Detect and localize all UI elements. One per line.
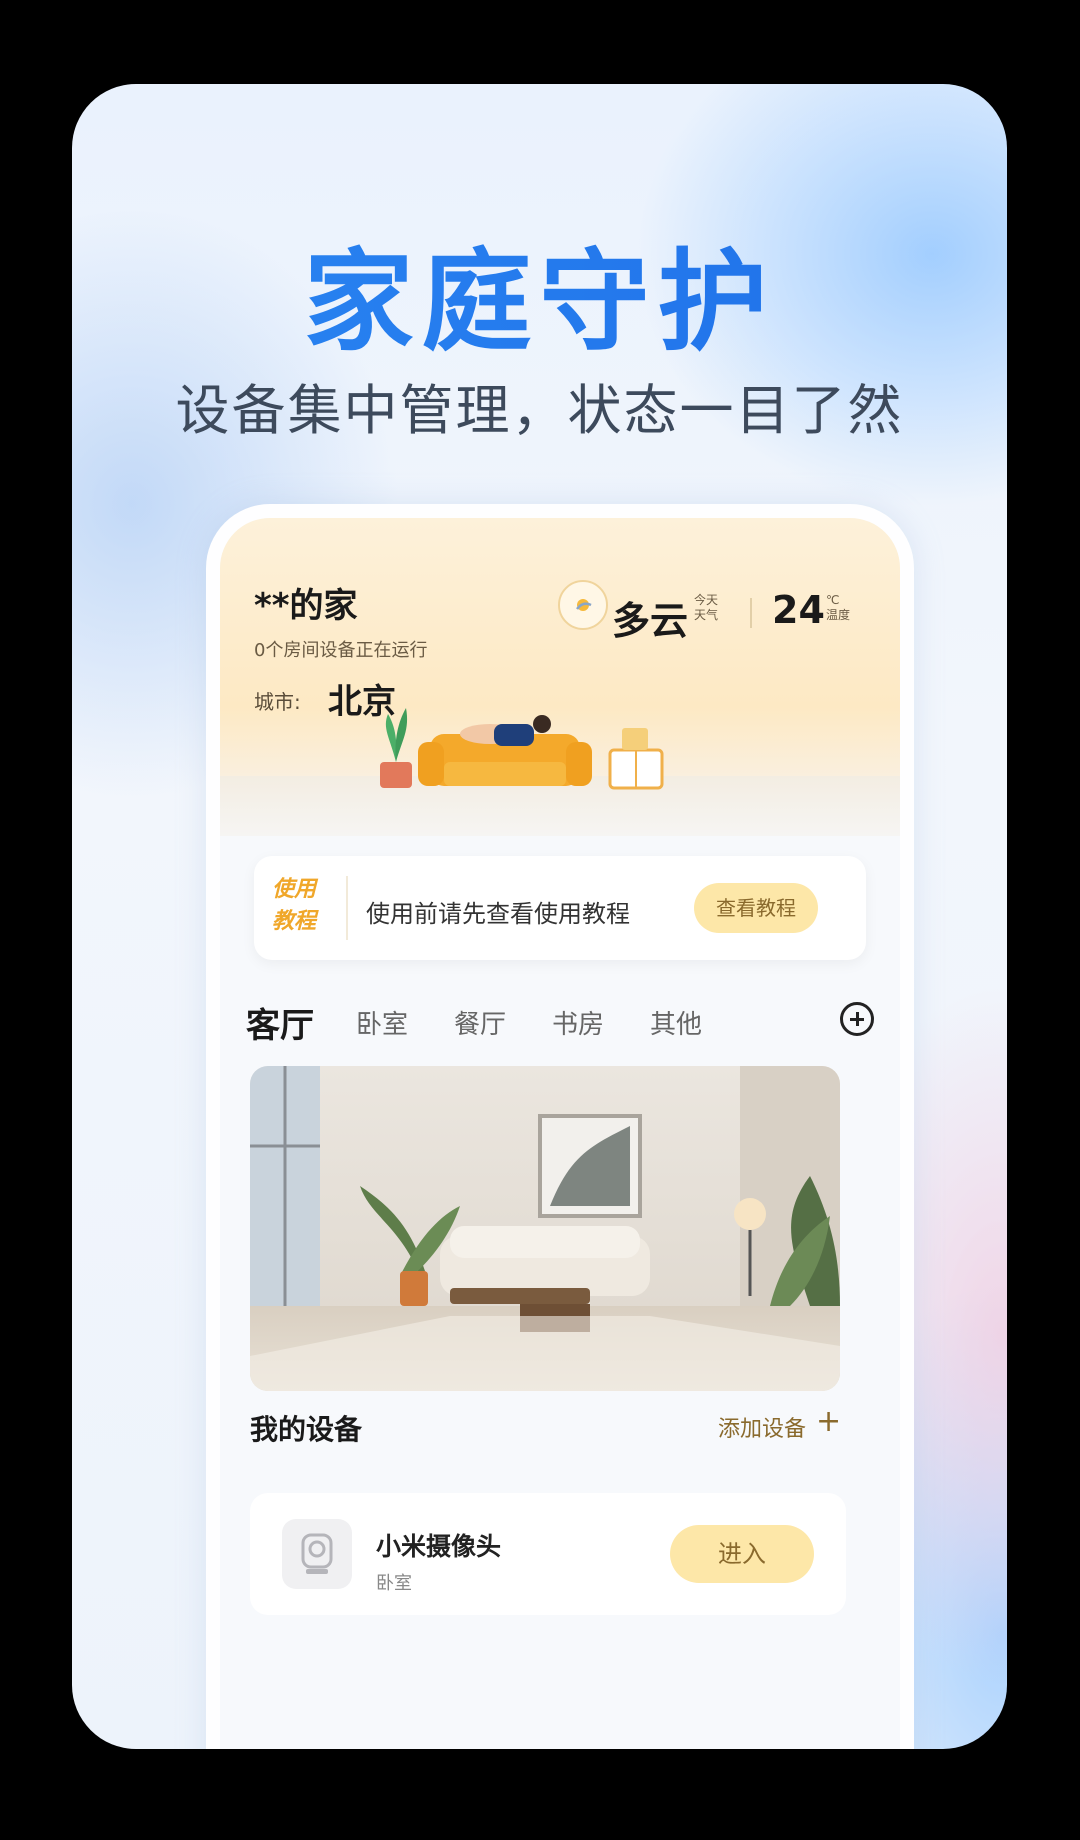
tutorial-text: 使用前请先查看使用教程 bbox=[366, 900, 630, 928]
promo-headline: 家庭守护 bbox=[72, 212, 1007, 372]
tutorial-separator bbox=[346, 876, 348, 940]
room-tabs: 客厅 卧室 餐厅 书房 其他 bbox=[246, 998, 874, 1048]
home-status: 0个房间设备正在运行 bbox=[254, 640, 428, 661]
city-label: 城市: bbox=[254, 690, 301, 714]
device-name: 小米摄像头 bbox=[376, 1532, 502, 1561]
device-card[interactable]: 小米摄像头 卧室 进入 bbox=[250, 1493, 846, 1615]
weather-divider bbox=[750, 598, 752, 628]
tutorial-card: 使用 教程 使用前请先查看使用教程 查看教程 bbox=[254, 856, 866, 960]
weather-icon bbox=[558, 580, 608, 630]
temperature-sub: ℃ 温度 bbox=[826, 593, 851, 622]
tutorial-badge: 使用 教程 bbox=[272, 877, 317, 934]
tab-other[interactable]: 其他 bbox=[650, 1004, 702, 1041]
enter-device-button[interactable]: 进入 bbox=[670, 1525, 814, 1583]
phone-mockup: **的家 0个房间设备正在运行 城市: 北京 多云 今天 天气 24 ℃ 温度 bbox=[206, 504, 914, 1749]
weather-condition-sub: 今天 天气 bbox=[694, 593, 719, 622]
view-tutorial-button[interactable]: 查看教程 bbox=[694, 883, 818, 933]
living-room-illustration bbox=[380, 708, 664, 790]
tab-living-room[interactable]: 客厅 bbox=[246, 998, 314, 1047]
promo-subline: 设备集中管理，状态一目了然 bbox=[175, 379, 904, 442]
camera-icon bbox=[282, 1519, 352, 1589]
tab-study[interactable]: 书房 bbox=[552, 1004, 604, 1041]
device-room: 卧室 bbox=[376, 1573, 412, 1594]
living-room-photo[interactable] bbox=[250, 1066, 840, 1391]
promo-card: 家庭守护 设备集中管理，状态一目了然 **的家 0个房间设备正在运行 城市: 北… bbox=[72, 84, 1007, 1749]
add-device-link[interactable]: 添加设备 bbox=[718, 1411, 806, 1443]
add-room-icon[interactable] bbox=[840, 1002, 874, 1036]
weather-condition: 多云 bbox=[612, 599, 689, 643]
home-title: **的家 bbox=[254, 586, 358, 626]
my-devices-title: 我的设备 bbox=[250, 1413, 363, 1446]
tab-bedroom[interactable]: 卧室 bbox=[356, 1004, 408, 1041]
tab-dining-room[interactable]: 餐厅 bbox=[454, 1004, 506, 1041]
temperature-value: 24 bbox=[772, 588, 825, 632]
add-device-plus-icon[interactable]: + bbox=[816, 1404, 841, 1439]
